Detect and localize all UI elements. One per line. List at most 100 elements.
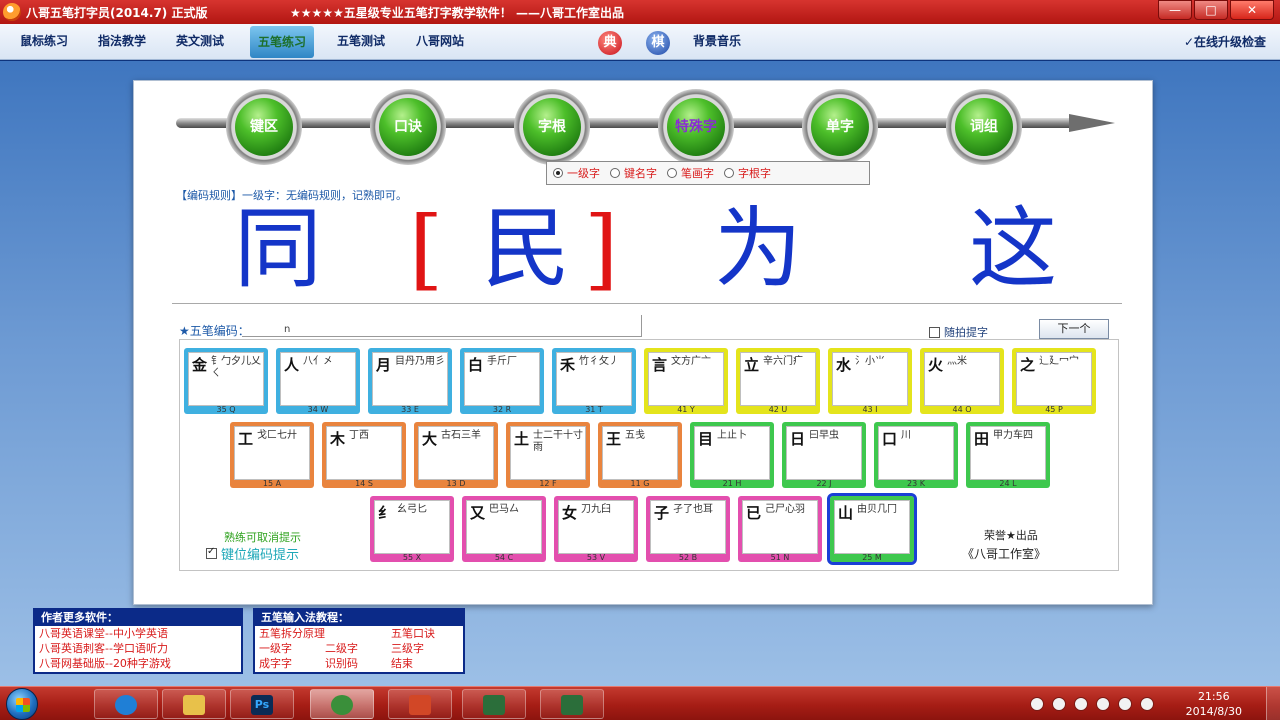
tutorial-link[interactable]: 五笔口诀 [391,626,457,641]
taskbar-app1[interactable] [462,689,526,719]
start-button[interactable] [6,688,38,720]
menu-wubi-practice[interactable]: 五笔练习 [250,26,315,58]
key-l[interactable]: 田甲力车四 24 L [966,422,1050,488]
menu-english-test[interactable]: 英文测试 [176,32,224,49]
key-k[interactable]: 口川 23 K [874,422,958,488]
key-face: 口川 [878,426,954,480]
online-upgrade-link[interactable]: ✓在线升级检查 [1184,33,1266,50]
radio-stroke[interactable]: 笔画字 [667,165,714,181]
menu-mouse-practice[interactable]: 鼠标练习 [20,32,68,49]
key-u[interactable]: 立辛六门疒 42 U [736,348,820,414]
tray-icon[interactable] [1096,697,1110,711]
key-s[interactable]: 木丁西 14 S [322,422,406,488]
key-q[interactable]: 金钅勹夕儿乂ㄑ 35 Q [184,348,268,414]
key-r[interactable]: 白手斤厂 32 R [460,348,544,414]
key-main-root: 土 [514,430,530,448]
key-roots: 曰早虫 [809,430,839,441]
minimize-button[interactable]: — [1158,0,1192,20]
tutorial-link[interactable]: 二级字 [325,641,391,656]
key-w[interactable]: 人八亻㐅 34 W [276,348,360,414]
current-bracket-left: [ [409,197,444,300]
wubi-code-label: ★五笔编码： [179,324,250,338]
app-window: 八哥五笔打字员(2014.7) 正式版 ★★★★★五星级专业五笔打字教学软件！ … [0,0,1280,686]
key-code: 12 F [539,479,557,488]
key-code: 51 N [770,553,790,562]
step-special-chars[interactable]: 特殊字 [658,89,734,165]
chess-icon[interactable]: 棋 [646,31,670,55]
key-m[interactable]: 山由贝几冂 25 M [827,493,917,565]
step-single-chars[interactable]: 单字 [802,89,878,165]
key-p[interactable]: 之辶廴冖宀 45 P [1012,348,1096,414]
key-o[interactable]: 火灬米 44 O [920,348,1004,414]
clock-date: 2014/8/30 [1185,705,1242,718]
app-icon [561,695,583,715]
tray-icon[interactable] [1118,697,1132,711]
key-h[interactable]: 目上止卜 21 H [690,422,774,488]
software-link[interactable]: 八哥英语刺客--学口语听力 [35,641,241,656]
step-roots[interactable]: 字根 [514,89,590,165]
background-music-button[interactable]: 背景音乐 [693,32,741,49]
taskbar-bage-wubi[interactable] [310,689,374,719]
step-mnemonic[interactable]: 口诀 [370,89,446,165]
key-x[interactable]: 纟幺弓匕 55 X [370,496,454,562]
taskbar-photoshop[interactable]: Ps [230,689,294,719]
key-face: 水氵小⺌ [832,352,908,406]
radio-key-name[interactable]: 键名字 [610,165,657,181]
key-roots: 文方广亠 [671,356,711,367]
taskbar-explorer[interactable] [162,689,226,719]
key-code-hint-checkbox[interactable]: 键位编码提示 [206,544,299,563]
step-phrases[interactable]: 词组 [946,89,1022,165]
tray-icon[interactable] [1030,697,1044,711]
folder-icon [183,695,205,715]
tutorial-link[interactable]: 结束 [391,656,457,671]
software-link[interactable]: 八哥英语课堂--中小学英语 [35,626,241,641]
key-v[interactable]: 女刀九臼 53 V [554,496,638,562]
follow-hint-checkbox[interactable]: 随拍提字 [929,324,988,340]
tutorial-link[interactable]: 一级字 [259,641,325,656]
tutorial-link[interactable]: 三级字 [391,641,457,656]
volume-icon[interactable] [1140,697,1154,711]
radio-root-char[interactable]: 字根字 [724,165,771,181]
key-e[interactable]: 月目丹乃用彡 33 E [368,348,452,414]
practice-char: 这 [969,197,1058,300]
taskbar-ie[interactable] [94,689,158,719]
tutorial-link[interactable]: 五笔拆分原理 [259,626,391,641]
taskbar-powerpoint[interactable] [388,689,452,719]
key-roots: 灬米 [947,356,967,367]
key-d[interactable]: 大古石三羊 13 D [414,422,498,488]
step-key-area[interactable]: 键区 [226,89,302,165]
show-desktop-button[interactable] [1266,687,1280,720]
code-input-box[interactable] [242,315,642,337]
key-i[interactable]: 水氵小⺌ 43 I [828,348,912,414]
tutorial-box: 五笔输入法教程： 五笔拆分原理 五笔口诀 一级字 二级字 三级字 成字字 识别码… [253,608,465,674]
maximize-button[interactable]: □ [1194,0,1228,20]
key-face: 禾竹彳攵丿 [556,352,632,406]
tutorial-link[interactable]: 成字字 [259,656,325,671]
close-button[interactable]: ✕ [1230,0,1274,20]
key-j[interactable]: 日曰早虫 22 J [782,422,866,488]
software-link[interactable]: 八哥网基础版--20种字游戏 [35,656,241,671]
key-y[interactable]: 言文方广亠 41 Y [644,348,728,414]
key-f[interactable]: 土士二干十寸雨 12 F [506,422,590,488]
key-b[interactable]: 子孑了也耳 52 B [646,496,730,562]
system-clock[interactable]: 21:56 2014/8/30 [1186,689,1242,719]
taskbar-app2[interactable] [540,689,604,719]
key-t[interactable]: 禾竹彳攵丿 31 T [552,348,636,414]
menu-fingering[interactable]: 指法教学 [98,32,146,49]
key-roots: 丁西 [349,430,369,441]
dictionary-icon[interactable]: 典 [598,31,622,55]
next-button[interactable]: 下一个 [1039,319,1109,339]
menu-wubi-test[interactable]: 五笔测试 [337,32,385,49]
key-a[interactable]: 工戈匚七廾 15 A [230,422,314,488]
key-c[interactable]: 又巴马厶 54 C [462,496,546,562]
tutorial-link[interactable]: 识别码 [325,656,391,671]
tray-icon[interactable] [1074,697,1088,711]
radio-dot-icon [724,168,734,178]
key-face: 人八亻㐅 [280,352,356,406]
key-g[interactable]: 王五戋 11 G [598,422,682,488]
key-n[interactable]: 已己尸心羽 51 N [738,496,822,562]
title-bar[interactable]: 八哥五笔打字员(2014.7) 正式版 ★★★★★五星级专业五笔打字教学软件！ … [0,0,1280,24]
menu-website[interactable]: 八哥网站 [416,32,464,49]
tray-icon[interactable] [1052,697,1066,711]
radio-level1[interactable]: 一级字 [553,165,600,181]
